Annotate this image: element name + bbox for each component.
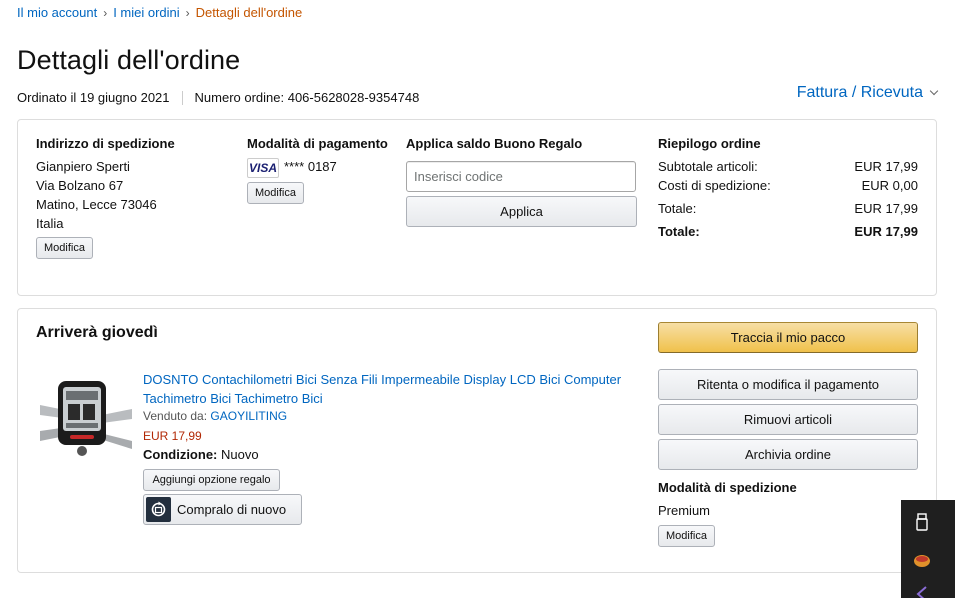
buy-again-label: Compralo di nuovo [177, 502, 287, 517]
order-summary-heading: Riepilogo ordine [658, 136, 761, 151]
shipping-method-heading: Modalità di spedizione [658, 480, 797, 495]
usb-drive-icon[interactable] [912, 512, 932, 532]
sold-by-label: Venduto da: [143, 409, 208, 423]
retry-payment-button[interactable]: Ritenta o modifica il pagamento [658, 369, 918, 400]
address-line: Via Bolzano 67 [36, 178, 124, 193]
condition-label: Condizione: [143, 447, 218, 462]
product-title-link[interactable]: DOSNTO Contachilometri Bici Senza Fili I… [143, 370, 633, 408]
product-condition: Condizione: Nuovo [143, 447, 259, 462]
buy-again-icon [146, 497, 171, 522]
gift-card-heading: Applica saldo Buono Regalo [406, 136, 583, 151]
app-tray-icon[interactable] [912, 550, 932, 570]
summary-total-value: EUR 17,99 [854, 201, 918, 216]
shipment-box: Arriverà giovedì DOSNTO Contachilometri … [17, 308, 937, 573]
arrival-heading: Arriverà giovedì [36, 324, 158, 341]
breadcrumb: Il mio account › I miei ordini › Dettagl… [17, 5, 302, 20]
invoice-label: Fattura / Ricevuta [796, 84, 923, 101]
os-taskbar [901, 500, 955, 598]
track-package-button[interactable]: Traccia il mio pacco [658, 322, 918, 353]
summary-shipping-value: EUR 0,00 [861, 178, 918, 193]
breadcrumb-separator: › [103, 5, 108, 20]
seller-link[interactable]: GAOYILITING [210, 409, 287, 423]
chevron-down-icon [929, 86, 939, 96]
summary-shipping-label: Costi di spedizione: [658, 178, 771, 193]
remove-items-button[interactable]: Rimuovi articoli [658, 404, 918, 435]
address-line: Italia [36, 216, 64, 231]
address-line: Matino, Lecce 73046 [36, 197, 157, 212]
breadcrumb-my-account[interactable]: Il mio account [17, 5, 97, 20]
order-number: Numero ordine: 406-5628028-9354748 [194, 90, 420, 105]
edit-payment-button[interactable]: Modifica [247, 182, 304, 204]
breadcrumb-my-orders[interactable]: I miei ordini [113, 5, 179, 20]
summary-subtotal-label: Subtotale articoli: [658, 159, 758, 174]
invoice-dropdown[interactable]: Fattura / Ricevuta [796, 84, 939, 102]
buy-again-button[interactable]: Compralo di nuovo [143, 494, 302, 525]
order-meta: Ordinato il 19 giugno 2021 Numero ordine… [17, 90, 419, 105]
order-date: Ordinato il 19 giugno 2021 [17, 90, 170, 105]
summary-total-label: Totale: [658, 201, 697, 216]
gift-code-input[interactable] [406, 161, 636, 192]
payment-heading: Modalità di pagamento [247, 136, 388, 151]
add-gift-option-button[interactable]: Aggiungi opzione regalo [143, 469, 280, 491]
breadcrumb-separator: › [185, 5, 190, 20]
shipping-address-heading: Indirizzo di spedizione [36, 136, 175, 151]
tray-arrow-icon[interactable] [912, 584, 932, 598]
visa-card-icon: VISA [247, 158, 279, 178]
meta-divider [181, 90, 183, 105]
edit-shipping-method-button[interactable]: Modifica [658, 525, 715, 547]
summary-subtotal-value: EUR 17,99 [854, 159, 918, 174]
archive-order-button[interactable]: Archivia ordine [658, 439, 918, 470]
product-image[interactable] [40, 375, 132, 461]
summary-grand-total-value: EUR 17,99 [854, 224, 918, 239]
condition-value: Nuovo [221, 447, 259, 462]
page-title: Dettagli dell'ordine [17, 45, 241, 75]
shipping-method-value: Premium [658, 503, 711, 518]
summary-grand-total-label: Totale: [658, 224, 700, 239]
breadcrumb-current: Dettagli dell'ordine [195, 5, 303, 20]
apply-gift-button[interactable]: Applica [406, 196, 637, 227]
sold-by: Venduto da: GAOYILITING [143, 409, 287, 423]
product-price: EUR 17,99 [143, 429, 202, 443]
address-line: Gianpiero Sperti [36, 159, 130, 174]
order-info-box: Indirizzo di spedizione Gianpiero Sperti… [17, 119, 937, 296]
card-number: **** 0187 [284, 159, 337, 174]
edit-address-button[interactable]: Modifica [36, 237, 93, 259]
